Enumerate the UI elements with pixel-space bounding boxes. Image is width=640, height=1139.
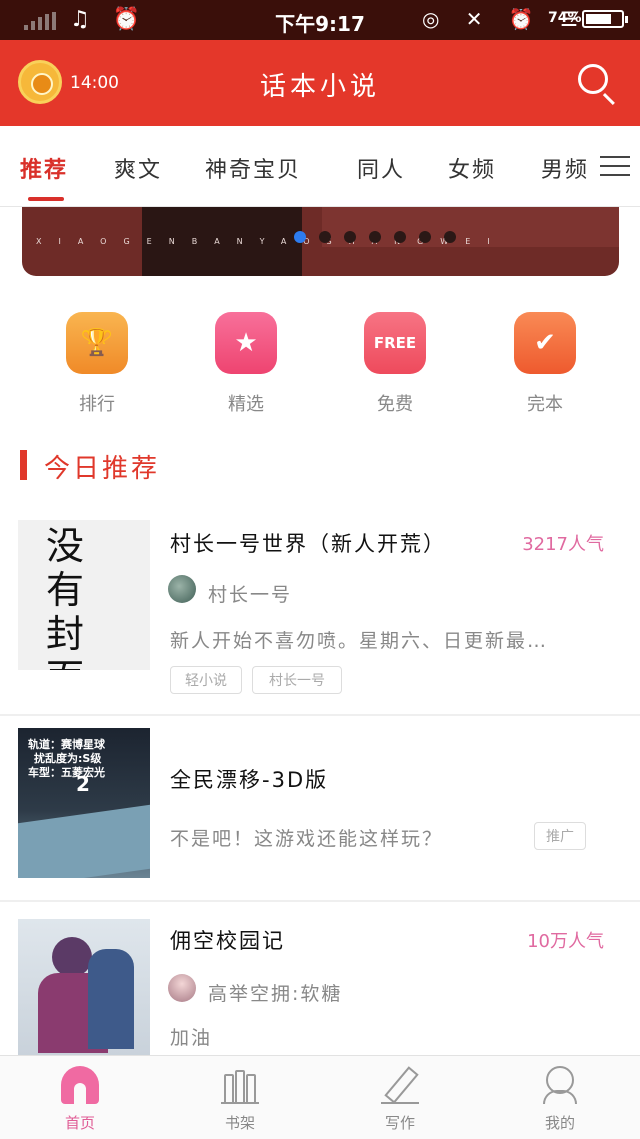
profile-icon xyxy=(541,1066,579,1104)
quick-ranking-label[interactable]: 排行 xyxy=(47,390,147,416)
nav-write[interactable]: 写作 xyxy=(320,1056,480,1139)
quick-free-label[interactable]: 免费 xyxy=(345,390,445,416)
book-title: 全民漂移-3D版 xyxy=(170,768,329,792)
book-title: 村长一号世界（新人开荒） xyxy=(170,532,446,556)
tag[interactable]: 村长一号 xyxy=(252,666,342,694)
bookshelf-icon xyxy=(221,1066,259,1104)
quick-selected-label[interactable]: 精选 xyxy=(196,390,296,416)
tab-male[interactable]: 男频 xyxy=(541,152,589,184)
banner-carousel[interactable]: XIAOGENBANYAOSHANGWEI xyxy=(22,207,619,276)
check-icon[interactable]: ✔ xyxy=(514,312,576,374)
popularity: 3217人气 xyxy=(522,534,604,555)
tab-shuangwen[interactable]: 爽文 xyxy=(114,152,162,184)
app-header: 14:00 话本小说 xyxy=(0,40,640,126)
author-name: 村长一号 xyxy=(208,584,293,606)
nav-home[interactable]: 首页 xyxy=(0,1056,160,1139)
battery-percent: 74% xyxy=(548,10,582,26)
status-bar: ♫ ⏰ 下午9:17 ◎ ✕ ⏰ ☰ 74% xyxy=(0,0,640,40)
nav-bookshelf[interactable]: 书架 xyxy=(160,1056,320,1139)
bottom-navigation: 首页 书架 写作 我的 xyxy=(0,1055,640,1139)
carousel-dot[interactable] xyxy=(344,231,356,243)
menu-icon[interactable] xyxy=(600,154,630,178)
quick-completed-label[interactable]: 完本 xyxy=(495,390,595,416)
nav-label: 我的 xyxy=(544,1114,575,1132)
star-icon[interactable]: ★ xyxy=(215,312,277,374)
home-icon xyxy=(61,1066,99,1104)
book-cover xyxy=(18,919,150,1055)
section-title: 今日推荐 xyxy=(44,454,161,484)
author-name: 高举空拥:软糖 xyxy=(208,983,343,1005)
trophy-icon[interactable]: 🏆 xyxy=(66,312,128,374)
tab-fanfic[interactable]: 同人 xyxy=(357,152,405,184)
carousel-dot[interactable] xyxy=(394,231,406,243)
free-icon[interactable]: FREE xyxy=(364,312,426,374)
nav-label: 首页 xyxy=(64,1114,95,1132)
carousel-dot[interactable] xyxy=(444,231,456,243)
carousel-dot[interactable] xyxy=(419,231,431,243)
section-marker xyxy=(20,450,27,480)
battery-icon xyxy=(582,10,628,28)
book-cover: 没有封面 xyxy=(18,520,150,670)
promo-badge: 推广 xyxy=(534,822,586,850)
book-description: 不是吧！这游戏还能这样玩？ xyxy=(170,828,444,850)
nav-label: 书架 xyxy=(224,1114,255,1132)
search-icon[interactable] xyxy=(578,64,608,94)
tab-recommend[interactable]: 推荐 xyxy=(20,152,68,184)
list-item[interactable]: 佣空校园记 10万人气 高举空拥:软糖 加油 xyxy=(0,919,640,1055)
tab-indicator xyxy=(28,197,64,201)
avatar xyxy=(168,974,196,1002)
carousel-dot[interactable] xyxy=(294,231,306,243)
pencil-icon xyxy=(381,1066,419,1104)
book-description: 加油 xyxy=(170,1027,213,1049)
nav-profile[interactable]: 我的 xyxy=(480,1056,640,1139)
book-cover: 轨道：赛博星球 扰乱度为:S级 车型：五菱宏光 2 xyxy=(18,728,150,878)
popularity: 10万人气 xyxy=(527,931,604,952)
carousel-dot[interactable] xyxy=(319,231,331,243)
carousel-dot[interactable] xyxy=(369,231,381,243)
tab-pokemon[interactable]: 神奇宝贝 xyxy=(205,152,301,184)
book-description: 新人开始不喜勿喷。星期六、日更新最… xyxy=(170,630,549,652)
nav-label: 写作 xyxy=(384,1114,415,1132)
tag[interactable]: 轻小说 xyxy=(170,666,242,694)
book-title: 佣空校园记 xyxy=(170,929,285,953)
list-item[interactable]: 轨道：赛博星球 扰乱度为:S级 车型：五菱宏光 2 全民漂移-3D版 不是吧！这… xyxy=(0,728,640,896)
avatar xyxy=(168,575,196,603)
tab-female[interactable]: 女频 xyxy=(448,152,496,184)
app-title: 话本小说 xyxy=(259,72,380,102)
list-item[interactable]: 没有封面 村长一号世界（新人开荒） 3217人气 村长一号 新人开始不喜勿喷。星… xyxy=(0,520,640,714)
category-tabs: 推荐 爽文 神奇宝贝 同人 女频 男频 xyxy=(0,126,640,207)
